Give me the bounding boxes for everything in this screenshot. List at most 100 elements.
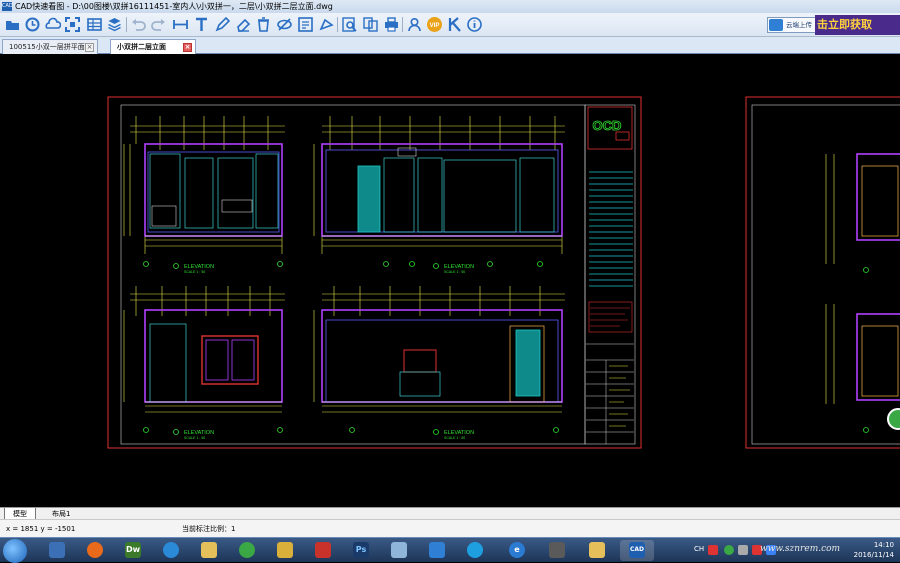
toolbar: VIP 云端上传 [0, 13, 900, 37]
taskbar-cad-viewer[interactable]: CAD [620, 540, 654, 561]
taskbar-wps[interactable] [306, 540, 340, 561]
network-icon[interactable] [738, 545, 748, 555]
count-icon[interactable] [297, 16, 314, 33]
scale-label: SCALE 1 : 50 [444, 436, 465, 440]
elevation-b: ELEVATION SCALE 1 : 50 [313, 116, 565, 274]
start-button[interactable] [3, 539, 27, 563]
cloud-upload-icon [769, 19, 783, 31]
security-icon[interactable] [724, 545, 734, 555]
close-icon[interactable]: × [183, 43, 192, 52]
taskbar-folder[interactable] [192, 540, 226, 561]
window-title: CAD快速看图 - D:\00图楼\双拼16111451-室内人\小双拼一，二层… [15, 2, 333, 11]
firefox-icon [87, 542, 103, 558]
scale-label: SCALE 1 : 50 [184, 270, 205, 274]
elevation-c: ELEVATION SCALE 1 : 50 [123, 286, 285, 440]
notepad-icon [391, 542, 407, 558]
delete-icon[interactable] [255, 16, 272, 33]
fit-view-icon[interactable] [64, 16, 81, 33]
clock-time: 14:10 [873, 541, 894, 549]
ocd-logo: OCD [593, 118, 622, 133]
taskbar-wenjian[interactable] [268, 540, 302, 561]
taskbar-baidu-cloud[interactable] [420, 540, 454, 561]
eraser-icon[interactable] [235, 16, 252, 33]
layers-icon[interactable] [106, 16, 123, 33]
clock[interactable]: 14:10 2016/11/14 [854, 540, 894, 560]
svg-text:VIP: VIP [430, 23, 440, 29]
k-icon[interactable] [446, 16, 463, 33]
annotation-scale: 当前标注比例：1 [182, 525, 236, 533]
taskbar-folder-blue[interactable] [580, 540, 614, 561]
document-icon [277, 542, 293, 558]
table-icon[interactable] [86, 16, 103, 33]
cad-drawing: OCD ELEVATION SCALE 1: 50 ELEVATION SCA… [107, 96, 900, 449]
info-icon[interactable] [466, 16, 483, 33]
title-block: OCD [584, 104, 636, 445]
cloud-upload-label: 云端上传 [786, 21, 812, 29]
vip-icon[interactable]: VIP [426, 16, 443, 33]
windows-explorer-icon [49, 542, 65, 558]
tab-label: 100515小双一层拼平面 [9, 43, 85, 51]
cad-viewer-window: CAD CAD快速看图 - D:\00图楼\双拼16111451-室内人\小双拼… [0, 0, 900, 563]
taskbar-green-app[interactable] [230, 540, 264, 561]
taskbar-dreamweaver[interactable]: Dw [116, 540, 150, 561]
text-icon[interactable] [193, 16, 210, 33]
cloud-icon[interactable] [44, 16, 61, 33]
title-bar: CAD CAD快速看图 - D:\00图楼\双拼16111451-室内人\小双拼… [0, 0, 900, 13]
tab-label: 小双拼二层立面 [117, 43, 166, 51]
promo-text: 击立即获取 [817, 18, 872, 31]
watermark: www.sznrem.com [760, 544, 841, 554]
taskbar-photoshop[interactable]: Ps [344, 540, 378, 561]
baidu-cloud-icon [429, 542, 445, 558]
taskbar-windows-explorer[interactable] [40, 540, 74, 561]
wps-icon [315, 542, 331, 558]
scale-label: SCALE 1 : 50 [444, 270, 465, 274]
recent-clock-icon[interactable] [24, 16, 41, 33]
app-icon: CAD [2, 2, 13, 11]
document-tab-bar: 100515小双一层拼平面 × 小双拼二层立面 × [0, 37, 900, 54]
promo-banner[interactable]: 击立即获取 [815, 15, 900, 35]
taskbar-firefox[interactable] [78, 540, 112, 561]
undo-icon[interactable] [130, 16, 147, 33]
cursor-coordinates: x = 1851 y = -1501 [6, 525, 76, 533]
input-method[interactable]: CH [694, 545, 704, 553]
tab-first-floor-plan[interactable]: 100515小双一层拼平面 × [2, 39, 98, 54]
compare-icon[interactable] [362, 16, 379, 33]
hide-icon[interactable] [276, 16, 293, 33]
ie-icon: e [509, 542, 525, 558]
elevation-d: ELEVATION SCALE 1 : 50 [313, 286, 565, 440]
elevation-a: ELEVATION SCALE 1 : 50 [123, 116, 285, 274]
toolbar-separator [126, 17, 127, 32]
folder-icon [589, 542, 605, 558]
taskbar-tencent-cloud[interactable] [458, 540, 492, 561]
drawing-canvas[interactable]: OCD ELEVATION SCALE 1: 50 ELEVATION SCA… [0, 54, 900, 507]
find-icon[interactable] [341, 16, 358, 33]
layout-tab-bar: 模型 布局1 [0, 507, 900, 520]
open-folder-icon[interactable] [4, 16, 21, 33]
sogou-icon[interactable] [708, 545, 718, 555]
taskbar-ie[interactable]: e [500, 540, 534, 561]
print-icon[interactable] [383, 16, 400, 33]
taskbar-notepad[interactable] [382, 540, 416, 561]
qq-browser-icon [163, 542, 179, 558]
clock-date: 2016/11/14 [853, 551, 894, 559]
taskbar-eye-app[interactable] [540, 540, 574, 561]
sheet-inner-frame [120, 104, 586, 445]
area-icon[interactable] [318, 16, 335, 33]
redo-icon[interactable] [150, 16, 167, 33]
elevation-partial-right [825, 153, 900, 433]
status-bar: x = 1851 y = -1501 当前标注比例：1 [0, 519, 900, 537]
tab-second-floor-elevation[interactable]: 小双拼二层立面 × [110, 39, 196, 54]
user-icon[interactable] [406, 16, 423, 33]
toolbar-separator [402, 17, 403, 32]
pen-icon[interactable] [214, 16, 231, 33]
taskbar-qq-browser[interactable] [154, 540, 188, 561]
cad-viewer-icon: CAD [629, 542, 645, 558]
folder-icon [201, 542, 217, 558]
toolbar-separator [337, 17, 338, 32]
eye-icon [549, 542, 565, 558]
measure-icon[interactable] [172, 16, 189, 33]
photoshop-icon: Ps [353, 542, 369, 558]
scale-label: SCALE 1 : 50 [184, 436, 205, 440]
cloud-icon [467, 542, 483, 558]
close-icon[interactable]: × [85, 43, 94, 52]
